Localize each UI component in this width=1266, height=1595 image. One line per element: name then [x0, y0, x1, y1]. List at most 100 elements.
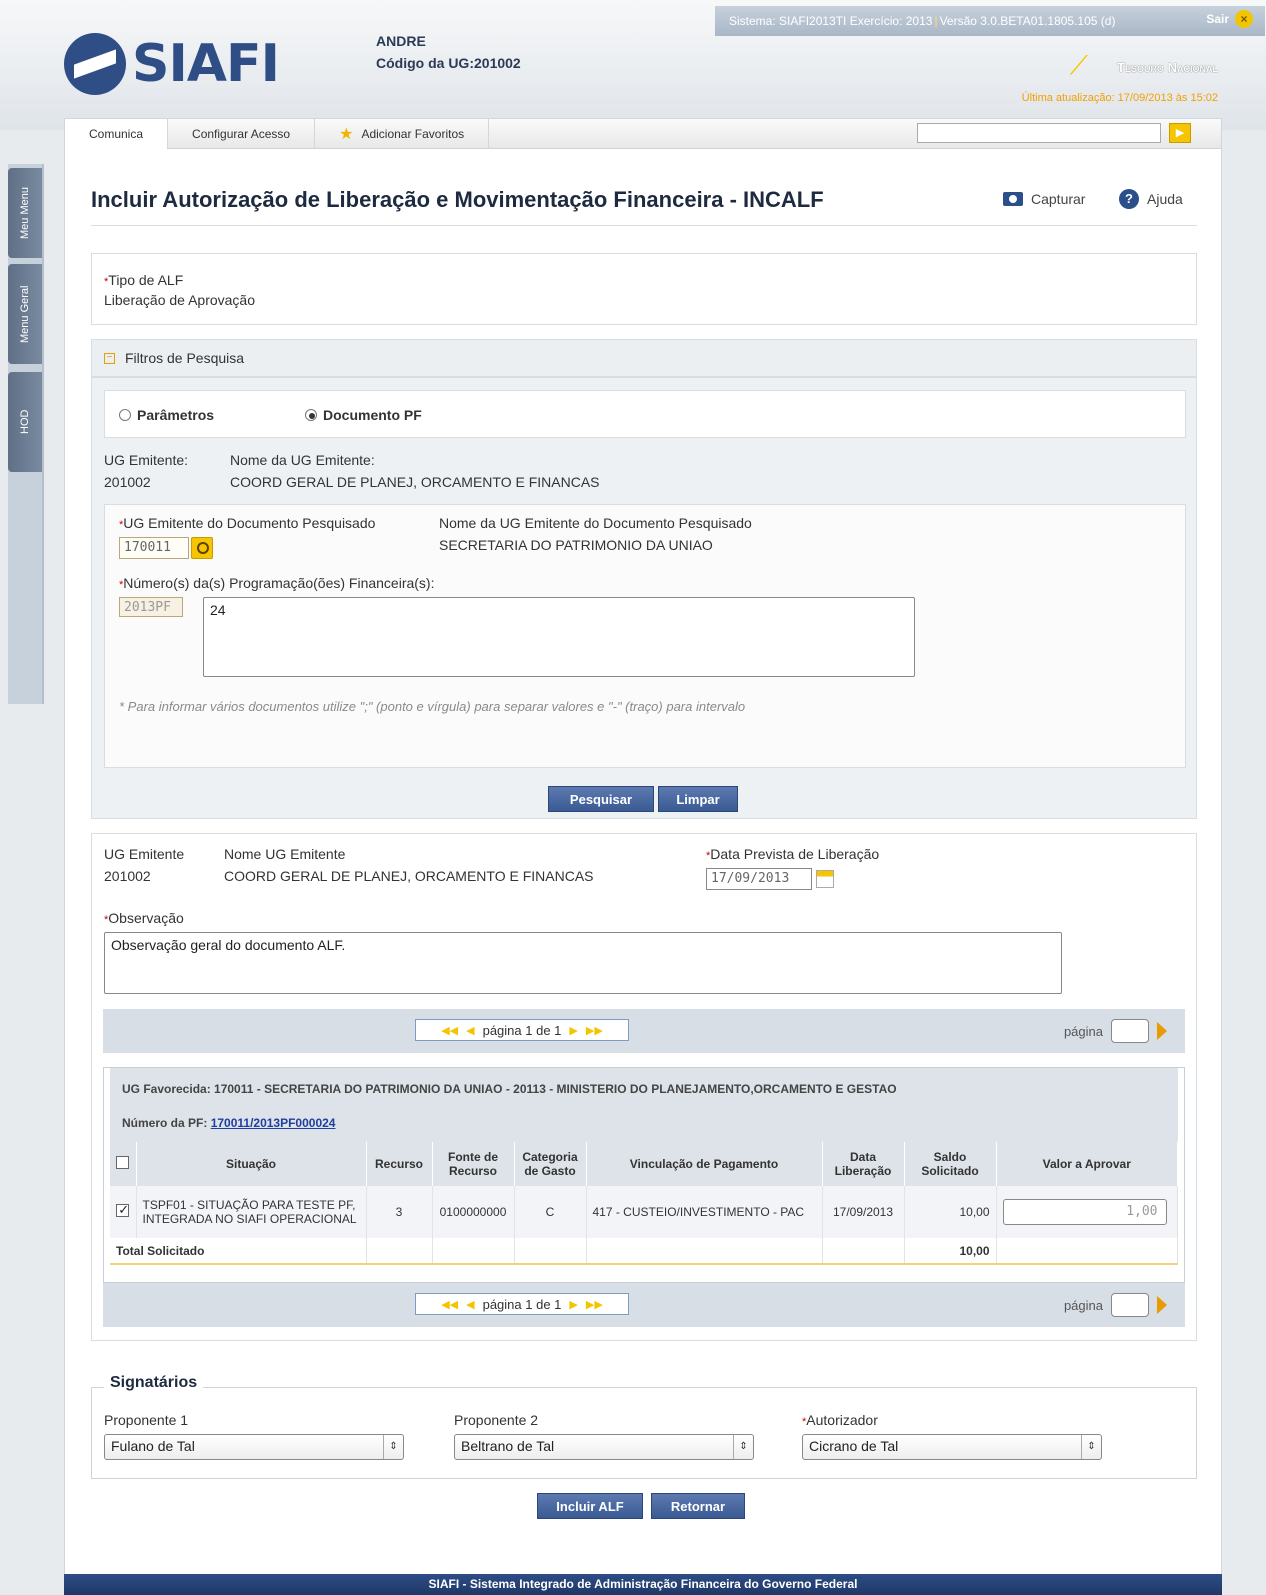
- tipo-alf-label: *Tipo de ALF: [104, 272, 183, 288]
- pf-numbers-hint: * Para informar vários documentos utiliz…: [119, 699, 746, 714]
- total-empty: [514, 1238, 587, 1265]
- observacao-label-text: Observação: [108, 910, 184, 926]
- col-situacao: Situação: [136, 1142, 367, 1186]
- prev-page-icon[interactable]: ◀: [466, 1024, 474, 1037]
- proponente1-select[interactable]: Fulano de Tal ⇕: [104, 1434, 404, 1460]
- close-icon: ×: [1235, 10, 1253, 28]
- cell-categoria: C: [514, 1186, 587, 1238]
- observacao-textarea[interactable]: Observação geral do documento ALF.: [104, 932, 1062, 994]
- side-tab-hod[interactable]: HOD: [8, 372, 42, 472]
- top-nav: Comunica Configurar Acesso ★ Adicionar Fa…: [65, 118, 1221, 149]
- nav-comunica[interactable]: Comunica: [65, 118, 169, 149]
- radio-parametros[interactable]: Parâmetros: [119, 407, 214, 423]
- prev-page-icon[interactable]: ◀: [466, 1298, 474, 1311]
- side-tab-label: HOD: [19, 409, 31, 435]
- nav-configurar-acesso[interactable]: Configurar Acesso: [168, 118, 316, 149]
- total-value: 10,00: [904, 1238, 997, 1265]
- nav-adicionar-favoritos[interactable]: ★ Adicionar Favoritos: [315, 118, 490, 149]
- ug-favorecida: UG Favorecida: 170011 - SECRETARIA DO PA…: [122, 1082, 897, 1096]
- pager: ◀◀ ◀ página 1 de 1 ▶ ▶▶: [415, 1293, 629, 1315]
- calendar-icon[interactable]: [816, 870, 834, 888]
- nome-ug-doc-label: Nome da UG Emitente do Documento Pesquis…: [439, 515, 752, 531]
- ug-emitente-value: 201002: [104, 474, 151, 490]
- first-page-icon[interactable]: ◀◀: [441, 1024, 458, 1037]
- search-mode-box: Parâmetros Documento PF: [104, 390, 1186, 438]
- nav-search-input[interactable]: [917, 123, 1161, 143]
- proponente2-select[interactable]: Beltrano de Tal ⇕: [454, 1434, 754, 1460]
- side-panel: Meu Menu Menu Geral HOD: [8, 164, 44, 704]
- pf-prefix: 2013PF: [119, 597, 183, 617]
- cell-recurso: 3: [366, 1186, 433, 1238]
- autorizador-select[interactable]: Cicrano de Tal ⇕: [802, 1434, 1102, 1460]
- nav-label: Configurar Acesso: [192, 126, 291, 141]
- search-button[interactable]: Pesquisar: [548, 786, 654, 812]
- side-tab-label: Menu Geral: [19, 285, 31, 343]
- select-all-checkbox[interactable]: [116, 1156, 130, 1169]
- radio-documento-pf[interactable]: Documento PF: [305, 407, 422, 423]
- cell-fonte: 0100000000: [432, 1186, 515, 1238]
- pf-numbers-label-text: Número(s) da(s) Programação(ões) Finance…: [123, 575, 435, 591]
- total-empty: [432, 1238, 515, 1265]
- row-checkbox[interactable]: [116, 1202, 130, 1218]
- next-page-icon[interactable]: ▶: [569, 1024, 577, 1037]
- go-arrow-icon[interactable]: [1157, 1022, 1167, 1040]
- capture-button[interactable]: Capturar: [1003, 191, 1085, 207]
- select-caret-icon: ⇕: [733, 1435, 753, 1459]
- last-page-icon[interactable]: ▶▶: [586, 1024, 603, 1037]
- ug-doc-input[interactable]: 170011: [119, 537, 189, 559]
- proponente2-label: Proponente 2: [454, 1412, 539, 1428]
- camera-icon: [1003, 192, 1023, 206]
- cell-data: 17/09/2013: [822, 1186, 905, 1238]
- nav-search-go-button[interactable]: ▶: [1169, 123, 1191, 143]
- total-empty: [366, 1238, 433, 1265]
- page-goto-label: página: [1063, 1297, 1103, 1313]
- observacao-label: *Observação: [104, 910, 184, 926]
- tesouro-logo-icon: ⟋: [1069, 50, 1088, 80]
- next-page-icon[interactable]: ▶: [569, 1298, 577, 1311]
- search-icon[interactable]: [191, 537, 213, 559]
- pager: ◀◀ ◀ página 1 de 1 ▶ ▶▶: [415, 1019, 629, 1041]
- pf-table: Situação Recurso Fonte de Recurso Catego…: [110, 1142, 1178, 1265]
- pf-number-link[interactable]: 170011/2013PF000024: [211, 1116, 336, 1130]
- logout-button[interactable]: Sair ×: [1206, 10, 1253, 28]
- help-button[interactable]: ? Ajuda: [1119, 189, 1183, 209]
- page-goto: página: [1064, 1293, 1167, 1317]
- logout-label: Sair: [1206, 12, 1229, 26]
- filters-header[interactable]: − Filtros de Pesquisa: [91, 339, 1197, 377]
- go-arrow-icon[interactable]: [1157, 1296, 1167, 1314]
- doc-ug-emitente-value: 201002: [104, 868, 151, 884]
- total-empty: [586, 1238, 823, 1265]
- user-info: ANDRE Código da UG:201002: [376, 30, 521, 74]
- filters-body: Parâmetros Documento PF UG Emitente: 201…: [91, 377, 1197, 819]
- ug-emitente-label: UG Emitente:: [104, 452, 189, 468]
- col-categoria: Categoria de Gasto: [514, 1142, 587, 1186]
- data-prevista-input[interactable]: 17/09/2013: [706, 868, 812, 890]
- pager-bar-top: ◀◀ ◀ página 1 de 1 ▶ ▶▶ página: [103, 1009, 1185, 1053]
- table-header-row: Situação Recurso Fonte de Recurso Catego…: [110, 1142, 1178, 1186]
- pf-numbers-textarea[interactable]: 24: [203, 597, 915, 677]
- pager-bar-bottom: ◀◀ ◀ página 1 de 1 ▶ ▶▶ página: [103, 1283, 1185, 1327]
- page-goto-input[interactable]: [1111, 1293, 1149, 1317]
- ug-doc-label: *UG Emitente do Documento Pesquisado: [119, 515, 375, 531]
- return-button[interactable]: Retornar: [651, 1493, 745, 1519]
- clear-button[interactable]: Limpar: [658, 786, 738, 812]
- last-page-icon[interactable]: ▶▶: [586, 1298, 603, 1311]
- proponente1-value: Fulano de Tal: [111, 1438, 195, 1454]
- total-label: Total Solicitado: [110, 1238, 367, 1265]
- radio-label: Parâmetros: [137, 407, 215, 423]
- side-tab-menu-geral[interactable]: Menu Geral: [8, 264, 42, 364]
- collapse-icon[interactable]: −: [104, 352, 115, 364]
- total-row: Total Solicitado 10,00: [110, 1238, 1178, 1265]
- nome-ug-value: COORD GERAL DE PLANEJ, ORCAMENTO E FINAN…: [230, 474, 600, 490]
- include-alf-button[interactable]: Incluir ALF: [537, 1493, 643, 1519]
- nav-label: Adicionar Favoritos: [361, 126, 465, 141]
- page-goto-input[interactable]: [1111, 1019, 1149, 1043]
- side-tab-meu-menu[interactable]: Meu Menu: [8, 168, 42, 258]
- pf-number-label: Número da PF:: [122, 1116, 208, 1130]
- autorizador-label: *Autorizador: [802, 1412, 878, 1428]
- first-page-icon[interactable]: ◀◀: [441, 1298, 458, 1311]
- valor-aprovar-input[interactable]: 1,00: [1002, 1199, 1167, 1225]
- pf-grid: UG Favorecida: 170011 - SECRETARIA DO PA…: [103, 1067, 1185, 1283]
- filters-title: Filtros de Pesquisa: [125, 350, 245, 366]
- tipo-alf-value: Liberação de Aprovação: [104, 292, 255, 308]
